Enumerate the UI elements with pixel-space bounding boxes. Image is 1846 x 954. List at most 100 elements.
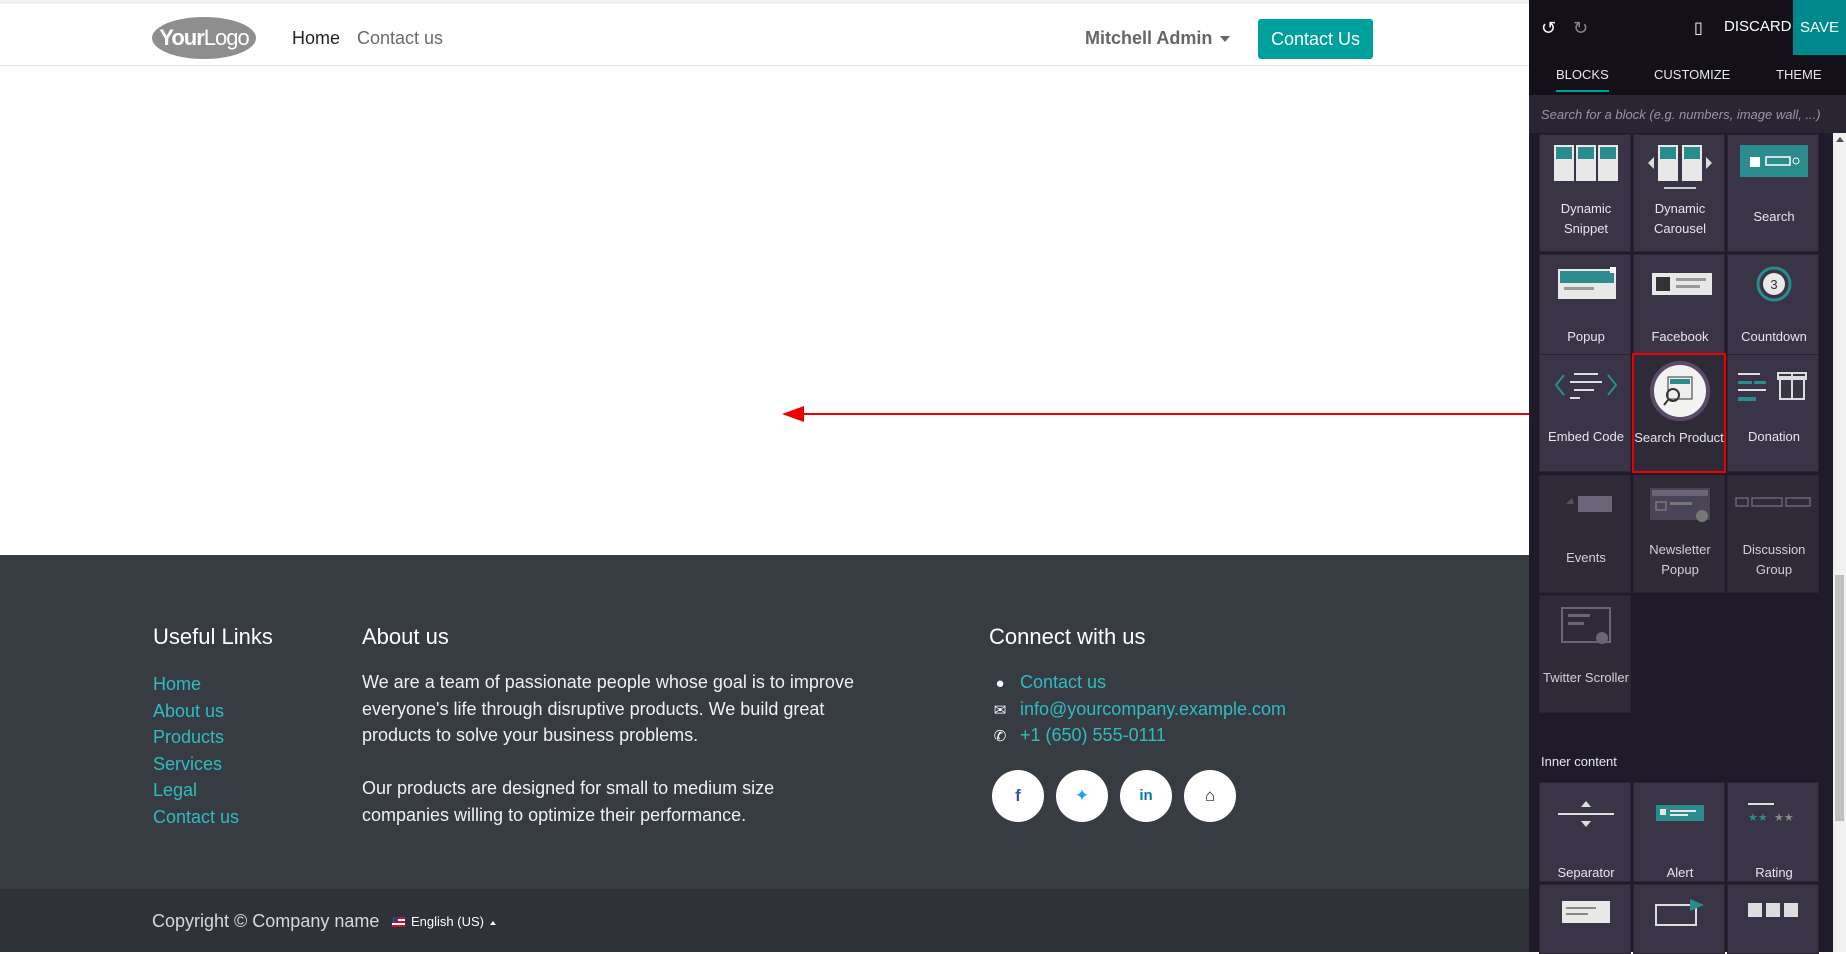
footer-link-home[interactable]: Home xyxy=(153,671,239,698)
block-discussion-group[interactable]: Discussion Group xyxy=(1727,475,1819,593)
about-paragraph-1: We are a team of passionate people whose… xyxy=(362,672,854,745)
block-social-media[interactable] xyxy=(1727,884,1819,954)
block-donation[interactable]: Donation xyxy=(1727,354,1819,472)
inner-content-heading: Inner content xyxy=(1541,754,1617,769)
editor-panel: ↺ ↻ ▯ DISCARD SAVE BLOCKS CUSTOMIZE THEM… xyxy=(1529,0,1846,954)
block-dynamic-carousel[interactable]: Dynamic Carousel xyxy=(1633,134,1725,252)
newsletter-popup-icon xyxy=(1650,488,1710,522)
block-alert[interactable]: Alert xyxy=(1633,782,1725,882)
alert-icon xyxy=(1656,805,1704,821)
logo-text-thin: Logo xyxy=(203,25,250,50)
scroll-up-arrow-icon[interactable] xyxy=(1836,137,1844,142)
contact-us-button[interactable]: Contact Us xyxy=(1258,19,1373,59)
block-card[interactable] xyxy=(1539,884,1631,954)
connect-email-label: info@yourcompany.example.com xyxy=(1020,698,1287,719)
block-search-input[interactable] xyxy=(1541,102,1831,126)
svg-text:★★: ★★ xyxy=(1774,811,1794,824)
share-icon xyxy=(1655,899,1704,926)
footer-link-about[interactable]: About us xyxy=(153,698,239,725)
block-twitter-scroller[interactable]: Twitter Scroller xyxy=(1539,595,1631,713)
envelope-icon: ✉ xyxy=(993,701,1007,719)
dynamic-carousel-icon xyxy=(1648,145,1712,189)
block-share[interactable] xyxy=(1633,884,1725,954)
discussion-group-icon xyxy=(1735,497,1811,507)
search-product-icon xyxy=(1650,361,1710,421)
block-label: Search Product xyxy=(1634,430,1724,445)
donation-icon xyxy=(1738,372,1807,401)
block-label: Countdown xyxy=(1741,329,1807,344)
search-block-icon xyxy=(1740,145,1808,177)
useful-links-list: Home About us Products Services Legal Co… xyxy=(153,671,239,830)
phone-icon: ✆ xyxy=(993,728,1007,745)
footer-link-products[interactable]: Products xyxy=(153,724,239,751)
connect-phone-label: +1 (650) 555-0111 xyxy=(1020,725,1166,745)
twitter-scroller-icon xyxy=(1561,607,1611,644)
embed-code-icon xyxy=(1554,373,1618,399)
tab-theme[interactable]: THEME xyxy=(1776,67,1822,82)
user-name: Mitchell Admin xyxy=(1085,28,1213,48)
separator-icon xyxy=(1558,801,1614,827)
block-label: Popup xyxy=(1567,329,1605,344)
connect-contact[interactable]: ● Contact us xyxy=(989,669,1286,696)
block-search-product[interactable]: Search Product xyxy=(1632,353,1726,473)
block-label: Embed Code xyxy=(1548,429,1624,444)
scrollbar-thumb[interactable] xyxy=(1835,575,1844,821)
caret-up-icon xyxy=(489,920,496,925)
popup-icon xyxy=(1558,267,1616,299)
editor-tabs: BLOCKS CUSTOMIZE THEME xyxy=(1529,55,1846,95)
us-flag-icon xyxy=(392,917,405,927)
twitter-icon[interactable]: ✦ xyxy=(1056,770,1108,822)
save-button[interactable]: SAVE xyxy=(1793,0,1846,55)
drag-arrow-line xyxy=(794,413,1634,415)
connect-email[interactable]: ✉ info@yourcompany.example.com xyxy=(989,696,1286,723)
block-events[interactable]: Events xyxy=(1539,475,1631,593)
comment-icon: ● xyxy=(995,675,1005,692)
language-label: English (US) xyxy=(411,914,484,929)
caret-down-icon xyxy=(1220,36,1231,43)
footer-link-legal[interactable]: Legal xyxy=(153,777,239,804)
tab-blocks[interactable]: BLOCKS xyxy=(1556,67,1609,92)
site-logo[interactable]: YourLogo xyxy=(152,17,256,59)
copyright-bar: Copyright © Company name English (US) xyxy=(0,889,1529,952)
block-newsletter-popup[interactable]: Newsletter Popup xyxy=(1633,475,1725,593)
home-icon[interactable]: ⌂ xyxy=(1184,770,1236,822)
block-label: Dynamic Snippet xyxy=(1560,201,1612,236)
language-selector[interactable]: English (US) xyxy=(392,914,496,929)
svg-text:3: 3 xyxy=(1770,277,1777,292)
user-menu[interactable]: Mitchell Admin xyxy=(1085,28,1231,49)
useful-links-heading: Useful Links xyxy=(153,624,273,649)
redo-icon[interactable]: ↻ xyxy=(1573,18,1588,39)
logo-text-bold: Your xyxy=(159,25,204,50)
block-separator[interactable]: Separator xyxy=(1539,782,1631,882)
block-embed-code[interactable]: Embed Code xyxy=(1539,354,1631,472)
nav-link-contact[interactable]: Contact us xyxy=(357,28,443,49)
about-paragraph-2: Our products are designed for small to m… xyxy=(362,778,775,825)
facebook-block-icon xyxy=(1652,273,1712,295)
block-dynamic-snippet[interactable]: Dynamic Snippet xyxy=(1539,134,1631,252)
connect-phone[interactable]: ✆ +1 (650) 555-0111 xyxy=(989,722,1286,749)
mobile-preview-icon[interactable]: ▯ xyxy=(1694,18,1703,38)
block-label: Newsletter Popup xyxy=(1649,542,1711,577)
block-search[interactable]: Search xyxy=(1727,134,1819,252)
countdown-icon: 3 xyxy=(1756,266,1792,302)
drag-arrow-head xyxy=(782,406,804,422)
block-rating[interactable]: ★★ ★★ Rating xyxy=(1727,782,1819,882)
svg-text:★★: ★★ xyxy=(1748,811,1768,824)
site-footer: Useful Links Home About us Products Serv… xyxy=(0,555,1529,889)
footer-link-contact[interactable]: Contact us xyxy=(153,804,239,831)
discard-button[interactable]: DISCARD xyxy=(1724,18,1792,35)
block-label: Rating xyxy=(1755,865,1793,880)
undo-icon[interactable]: ↺ xyxy=(1541,18,1556,39)
block-label: Donation xyxy=(1747,429,1801,444)
facebook-icon[interactable]: f xyxy=(992,770,1044,822)
footer-link-services[interactable]: Services xyxy=(153,751,239,778)
nav-link-home[interactable]: Home xyxy=(292,28,340,49)
block-label: Twitter Scroller xyxy=(1543,670,1629,685)
connect-heading: Connect with us xyxy=(989,624,1146,649)
tab-customize[interactable]: CUSTOMIZE xyxy=(1654,67,1730,82)
block-label: Search xyxy=(1753,209,1795,224)
copyright-text: Copyright © Company name xyxy=(152,911,380,931)
linkedin-icon[interactable]: in xyxy=(1120,770,1172,822)
panel-scrollbar[interactable] xyxy=(1833,133,1846,952)
rating-icon: ★★ ★★ xyxy=(1748,803,1794,824)
